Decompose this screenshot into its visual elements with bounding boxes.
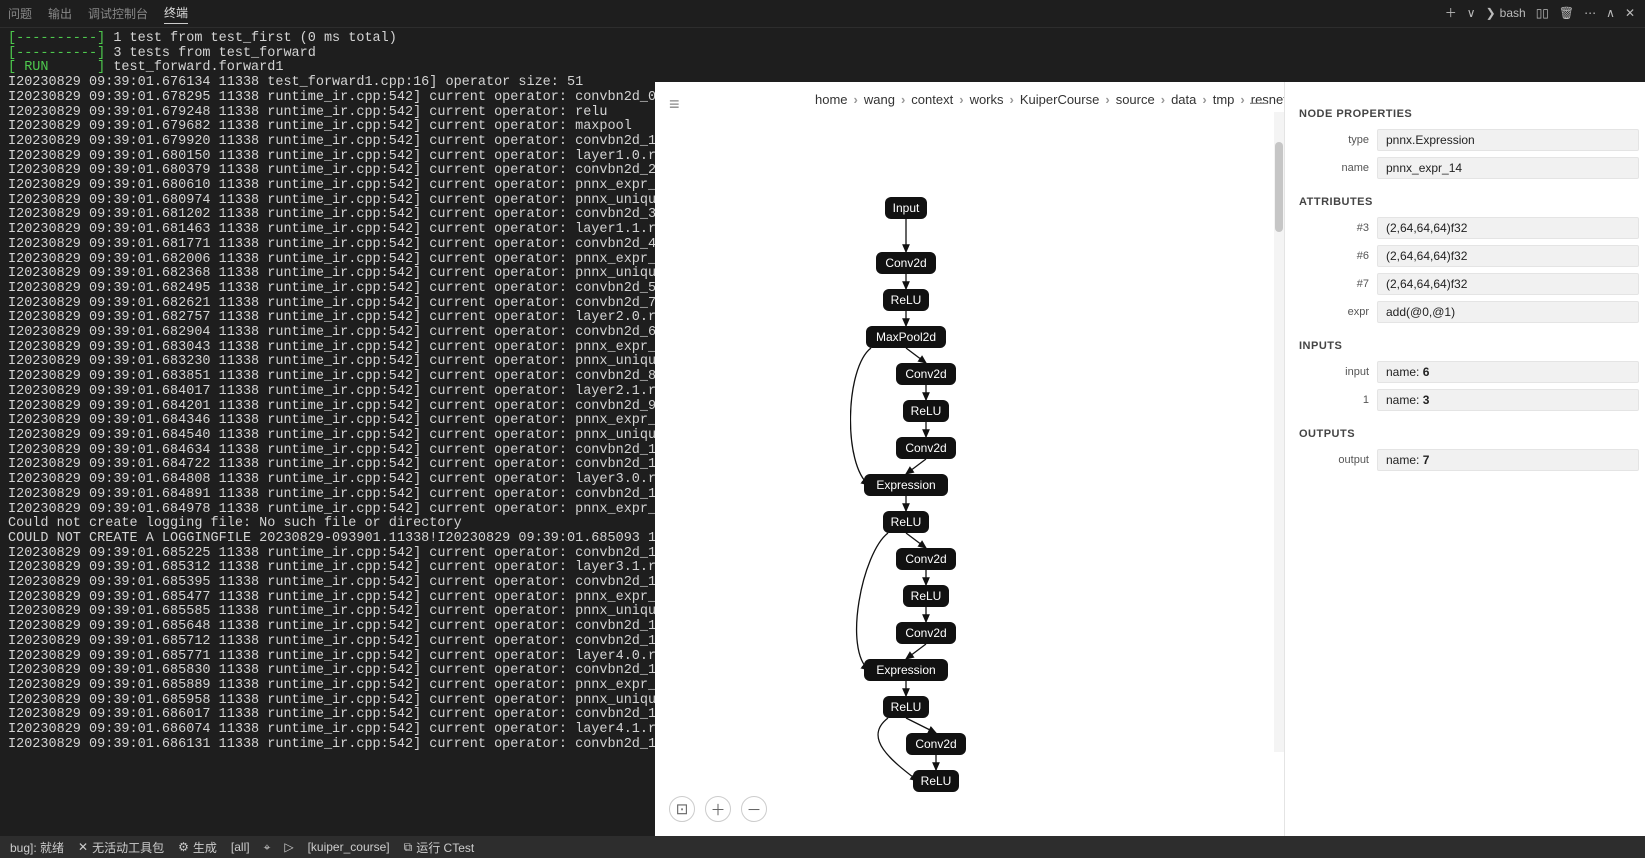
graph-node[interactable]: ReLU	[883, 511, 929, 533]
graph-area[interactable]: ≡ home›wang›context›works›KuiperCourse›s…	[655, 82, 1285, 836]
maximize-icon[interactable]: ∧	[1606, 6, 1615, 20]
breadcrumb-item[interactable]: home	[815, 92, 848, 107]
status-build[interactable]: ⚙ 生成	[178, 839, 217, 856]
graph-node[interactable]: Conv2d	[896, 548, 956, 570]
status-debug[interactable]: bug]: 就绪	[10, 839, 64, 856]
zoom-controls: ⊡ ＋ －	[669, 796, 767, 822]
svg-text:Expression: Expression	[876, 478, 935, 492]
fit-icon[interactable]: ⊡	[669, 796, 695, 822]
graph-node[interactable]: Conv2d	[906, 733, 966, 755]
zoom-out-icon[interactable]: －	[741, 796, 767, 822]
svg-text:MaxPool2d: MaxPool2d	[876, 330, 936, 344]
tab-output[interactable]: 输出	[48, 5, 72, 22]
input-row: 1name: 3	[1285, 386, 1645, 414]
prop-type-value: pnnx.Expression	[1377, 129, 1639, 151]
panel-tabs: 问题 输出 调试控制台 终端	[0, 0, 1645, 28]
status-tools[interactable]: ✕ 无活动工具包	[78, 839, 164, 856]
svg-text:Expression: Expression	[876, 663, 935, 677]
tab-debug-console[interactable]: 调试控制台	[88, 5, 148, 22]
status-all[interactable]: [all]	[231, 840, 250, 854]
vertical-scrollbar[interactable]	[1274, 112, 1284, 752]
svg-text:ReLU: ReLU	[911, 589, 942, 603]
prop-type-label: type	[1285, 134, 1377, 146]
status-bar: bug]: 就绪 ✕ 无活动工具包 ⚙ 生成 [all] ⌖ ▷ [kuiper…	[0, 836, 1645, 858]
terminal-output[interactable]: [----------] 1 test from test_first (0 m…	[0, 28, 655, 768]
attribute-row: #7(2,64,64,64)f32	[1285, 270, 1645, 298]
svg-text:Conv2d: Conv2d	[905, 552, 946, 566]
status-ctest[interactable]: ⧉ 运行 CTest	[404, 839, 475, 856]
more-icon[interactable]: ⋯	[1584, 6, 1596, 20]
svg-text:Conv2d: Conv2d	[885, 256, 926, 270]
prop-name-label: name	[1285, 162, 1377, 174]
panel-toolbar: ＋ ∨ ❯ bash ▯▯ 🗑 ⋯ ∧ ✕	[1445, 4, 1635, 21]
svg-text:Input: Input	[893, 201, 920, 215]
properties-panel: NODE PROPERTIES type pnnx.Expression nam…	[1285, 82, 1645, 836]
breadcrumb-item[interactable]: tmp	[1213, 92, 1235, 107]
svg-text:ReLU: ReLU	[891, 700, 922, 714]
chevron-down-icon[interactable]: ∨	[1467, 6, 1476, 20]
svg-text:Conv2d: Conv2d	[905, 367, 946, 381]
graph-node[interactable]: Conv2d	[876, 252, 936, 274]
trash-icon[interactable]: 🗑	[1559, 6, 1574, 20]
svg-text:ReLU: ReLU	[891, 293, 922, 307]
section-node-properties: NODE PROPERTIES	[1285, 102, 1645, 126]
minimize-icon[interactable]: —	[1250, 92, 1268, 113]
split-panel-icon[interactable]: ▯▯	[1536, 6, 1549, 20]
new-terminal-icon[interactable]: ＋	[1445, 4, 1457, 21]
svg-text:ReLU: ReLU	[921, 774, 952, 788]
svg-text:Conv2d: Conv2d	[905, 626, 946, 640]
attribute-row: #6(2,64,64,64)f32	[1285, 242, 1645, 270]
shell-name: bash	[1500, 6, 1526, 20]
attribute-row: expradd(@0,@1)	[1285, 298, 1645, 326]
graph-node[interactable]: Expression	[864, 474, 948, 496]
graph-node[interactable]: MaxPool2d	[866, 326, 946, 348]
graph-node[interactable]: ReLU	[903, 585, 949, 607]
svg-text:Conv2d: Conv2d	[905, 441, 946, 455]
shell-icon: ❯	[1486, 6, 1496, 20]
status-target[interactable]: [kuiper_course]	[308, 840, 390, 854]
graph-node[interactable]: Conv2d	[896, 363, 956, 385]
graph-node[interactable]: ReLU	[903, 400, 949, 422]
graph-node[interactable]: Input	[885, 197, 927, 219]
svg-text:ReLU: ReLU	[911, 404, 942, 418]
svg-text:ReLU: ReLU	[891, 515, 922, 529]
graph-node[interactable]: ReLU	[883, 289, 929, 311]
menu-icon[interactable]: ≡	[669, 94, 680, 115]
tab-problems[interactable]: 问题	[8, 5, 32, 22]
graph-node[interactable]: Expression	[864, 659, 948, 681]
input-row: inputname: 6	[1285, 358, 1645, 386]
section-inputs: INPUTS	[1285, 334, 1645, 358]
graph-node[interactable]: ReLU	[883, 696, 929, 718]
bug-icon[interactable]: ⌖	[264, 840, 271, 855]
breadcrumb-item[interactable]: context	[911, 92, 953, 107]
play-icon[interactable]: ▷	[284, 840, 293, 854]
graph-node[interactable]: Conv2d	[896, 622, 956, 644]
prop-name-value: pnnx_expr_14	[1377, 157, 1639, 179]
breadcrumb: home›wang›context›works›KuiperCourse›sou…	[815, 92, 1264, 107]
breadcrumb-item[interactable]: works	[970, 92, 1004, 107]
svg-text:Conv2d: Conv2d	[915, 737, 956, 751]
graph-node[interactable]: Conv2d	[896, 437, 956, 459]
scrollbar-thumb[interactable]	[1275, 142, 1283, 232]
zoom-in-icon[interactable]: ＋	[705, 796, 731, 822]
breadcrumb-item[interactable]: data	[1171, 92, 1196, 107]
attribute-row: #3(2,64,64,64)f32	[1285, 214, 1645, 242]
breadcrumb-item[interactable]: source	[1116, 92, 1155, 107]
close-panel-icon[interactable]: ✕	[1625, 6, 1635, 20]
section-attributes: ATTRIBUTES	[1285, 190, 1645, 214]
output-row: outputname: 7	[1285, 446, 1645, 474]
netron-viewer: ≡ home›wang›context›works›KuiperCourse›s…	[655, 82, 1645, 836]
section-outputs: OUTPUTS	[1285, 422, 1645, 446]
breadcrumb-item[interactable]: wang	[864, 92, 895, 107]
tab-terminal[interactable]: 终端	[164, 4, 188, 24]
model-graph[interactable]: Input Conv2d ReLU MaxPool2d Conv2d ReLU Conv2d…	[850, 197, 1140, 836]
graph-node[interactable]: ReLU	[913, 770, 959, 792]
breadcrumb-item[interactable]: KuiperCourse	[1020, 92, 1100, 107]
